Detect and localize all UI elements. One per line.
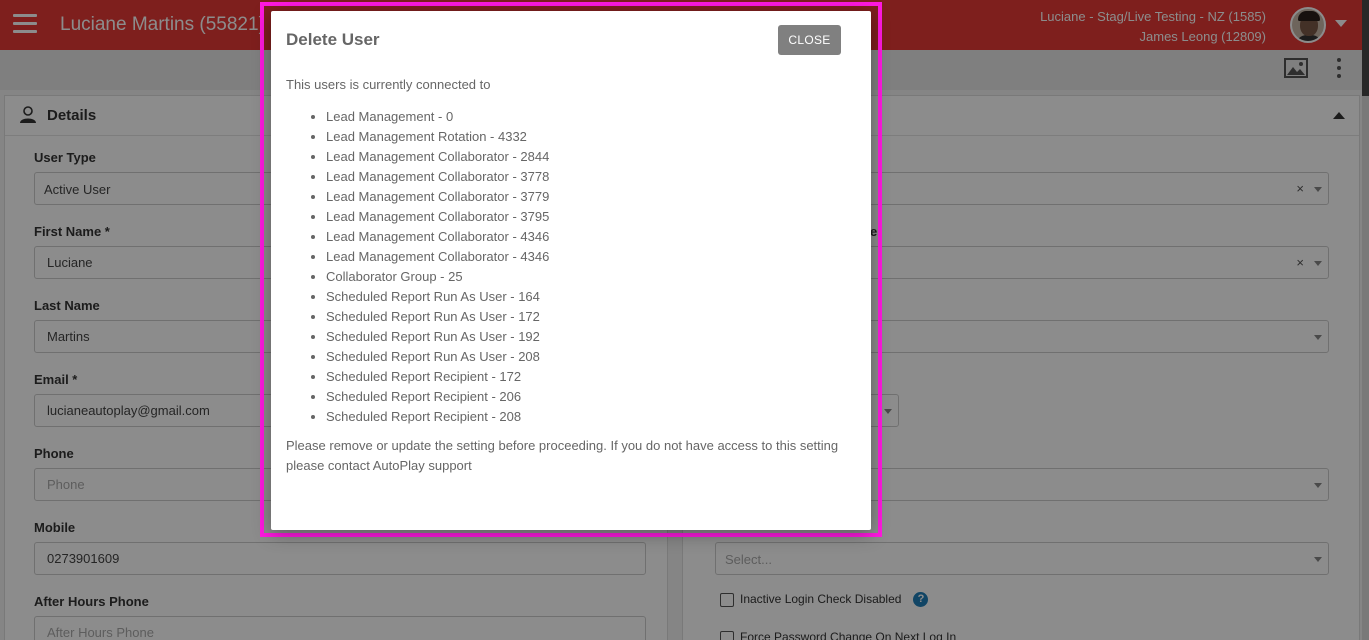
list-item: Lead Management Collaborator - 3778 <box>326 167 549 187</box>
list-item: Lead Management Collaborator - 3779 <box>326 187 549 207</box>
list-item: Scheduled Report Recipient - 206 <box>326 387 549 407</box>
list-item: Scheduled Report Run As User - 164 <box>326 287 549 307</box>
list-item: Lead Management Collaborator - 3795 <box>326 207 549 227</box>
dialog-intro-text: This users is currently connected to <box>286 77 491 92</box>
dialog-footer-text: Please remove or update the setting befo… <box>286 438 839 473</box>
list-item: Lead Management Rotation - 4332 <box>326 127 549 147</box>
list-item: Lead Management Collaborator - 4346 <box>326 227 549 247</box>
delete-user-dialog: Delete User CLOSE This users is currentl… <box>271 11 871 530</box>
close-button[interactable]: CLOSE <box>778 25 841 55</box>
connection-list: Lead Management - 0 Lead Management Rota… <box>326 107 549 427</box>
list-item: Lead Management Collaborator - 4346 <box>326 247 549 267</box>
list-item: Scheduled Report Run As User - 172 <box>326 307 549 327</box>
list-item: Lead Management Collaborator - 2844 <box>326 147 549 167</box>
list-item: Collaborator Group - 25 <box>326 267 549 287</box>
list-item: Scheduled Report Recipient - 208 <box>326 407 549 427</box>
list-item: Lead Management - 0 <box>326 107 549 127</box>
list-item: Scheduled Report Recipient - 172 <box>326 367 549 387</box>
dialog-title: Delete User <box>286 30 380 49</box>
list-item: Scheduled Report Run As User - 192 <box>326 327 549 347</box>
list-item: Scheduled Report Run As User - 208 <box>326 347 549 367</box>
